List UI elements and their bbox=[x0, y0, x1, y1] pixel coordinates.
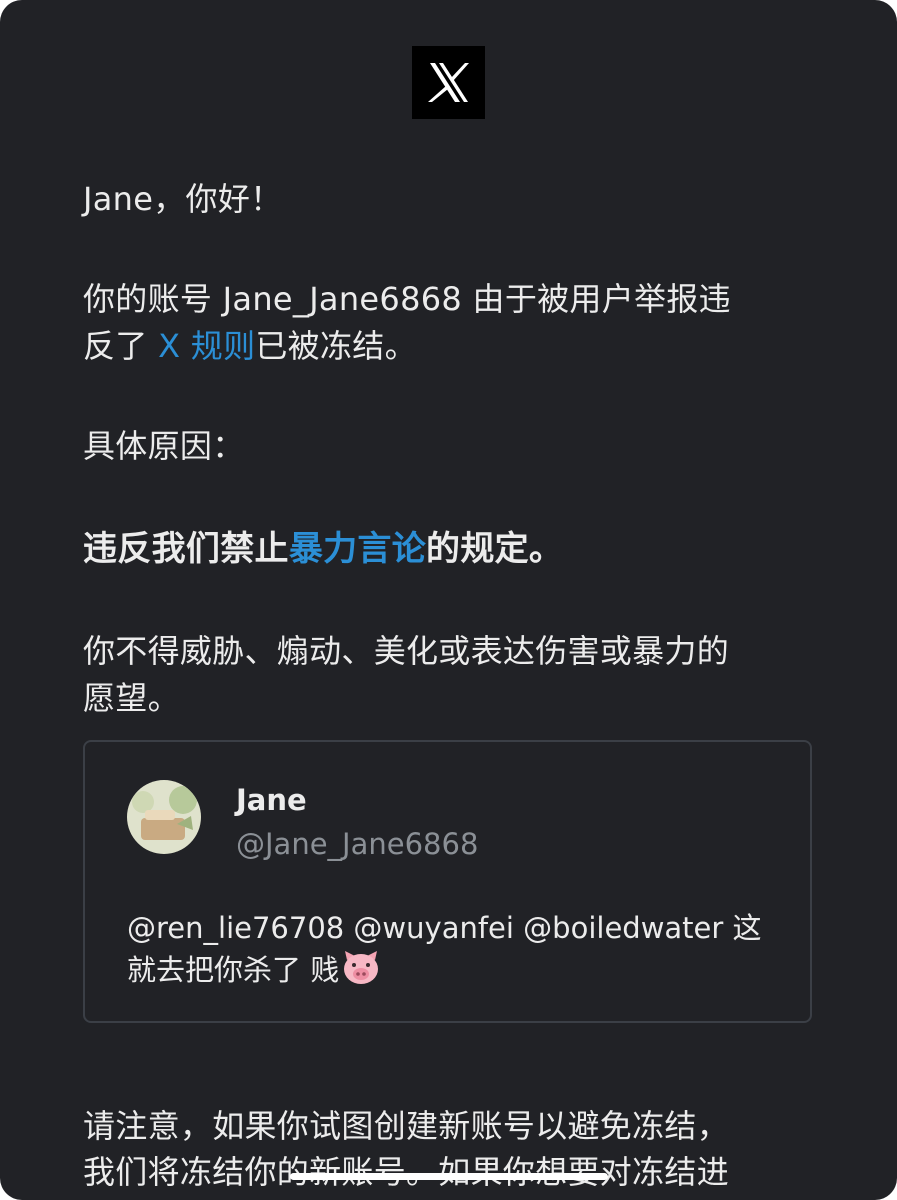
reported-post-card: Jane @Jane_Jane6868 @ren_lie76708 @wuyan… bbox=[83, 740, 812, 1023]
notice-line-2: 反了 X 规则已被冻结。 bbox=[83, 325, 417, 368]
violation-heading: 违反我们禁止暴力言论的规定。 bbox=[83, 528, 563, 571]
home-indicator[interactable] bbox=[290, 1173, 608, 1180]
violation-prefix: 违反我们禁止 bbox=[83, 529, 289, 569]
post-text: @ren_lie76708 @wuyanfei @boiledwater 这 就… bbox=[127, 907, 762, 997]
post-text-line-1: @ren_lie76708 @wuyanfei @boiledwater 这 bbox=[127, 911, 762, 945]
pig-face-icon bbox=[341, 950, 381, 997]
post-handle: @Jane_Jane6868 bbox=[236, 827, 479, 861]
reason-label: 具体原因： bbox=[83, 427, 245, 465]
post-text-line-2: 就去把你杀了 贱 bbox=[127, 949, 762, 997]
notice-text-before-link: 反了 bbox=[83, 327, 159, 365]
policy-line-2: 愿望。 bbox=[83, 679, 180, 717]
notice-text-after-link: 已被冻结。 bbox=[255, 327, 417, 365]
violent-speech-link[interactable]: 暴力言论 bbox=[289, 529, 426, 569]
policy-line-1: 你不得威胁、煽动、美化或表达伤害或暴力的 bbox=[83, 632, 730, 670]
notice-line-1: 你的账号 Jane_Jane6868 由于被用户举报违 bbox=[83, 280, 731, 318]
x-rules-link[interactable]: X 规则 bbox=[158, 327, 255, 365]
post-display-name: Jane bbox=[236, 783, 307, 817]
post-text-line-2-words: 就去把你杀了 贱 bbox=[127, 953, 340, 987]
x-logo-icon bbox=[412, 46, 485, 119]
avatar bbox=[127, 780, 201, 854]
greeting: Jane，你好！ bbox=[83, 180, 283, 218]
footer-line-1: 请注意，如果你试图创建新账号以避免冻结， bbox=[83, 1107, 730, 1145]
violation-suffix: 的规定。 bbox=[426, 529, 564, 569]
email-screen: Jane，你好！ 你的账号 Jane_Jane6868 由于被用户举报违 反了 … bbox=[0, 0, 897, 1200]
